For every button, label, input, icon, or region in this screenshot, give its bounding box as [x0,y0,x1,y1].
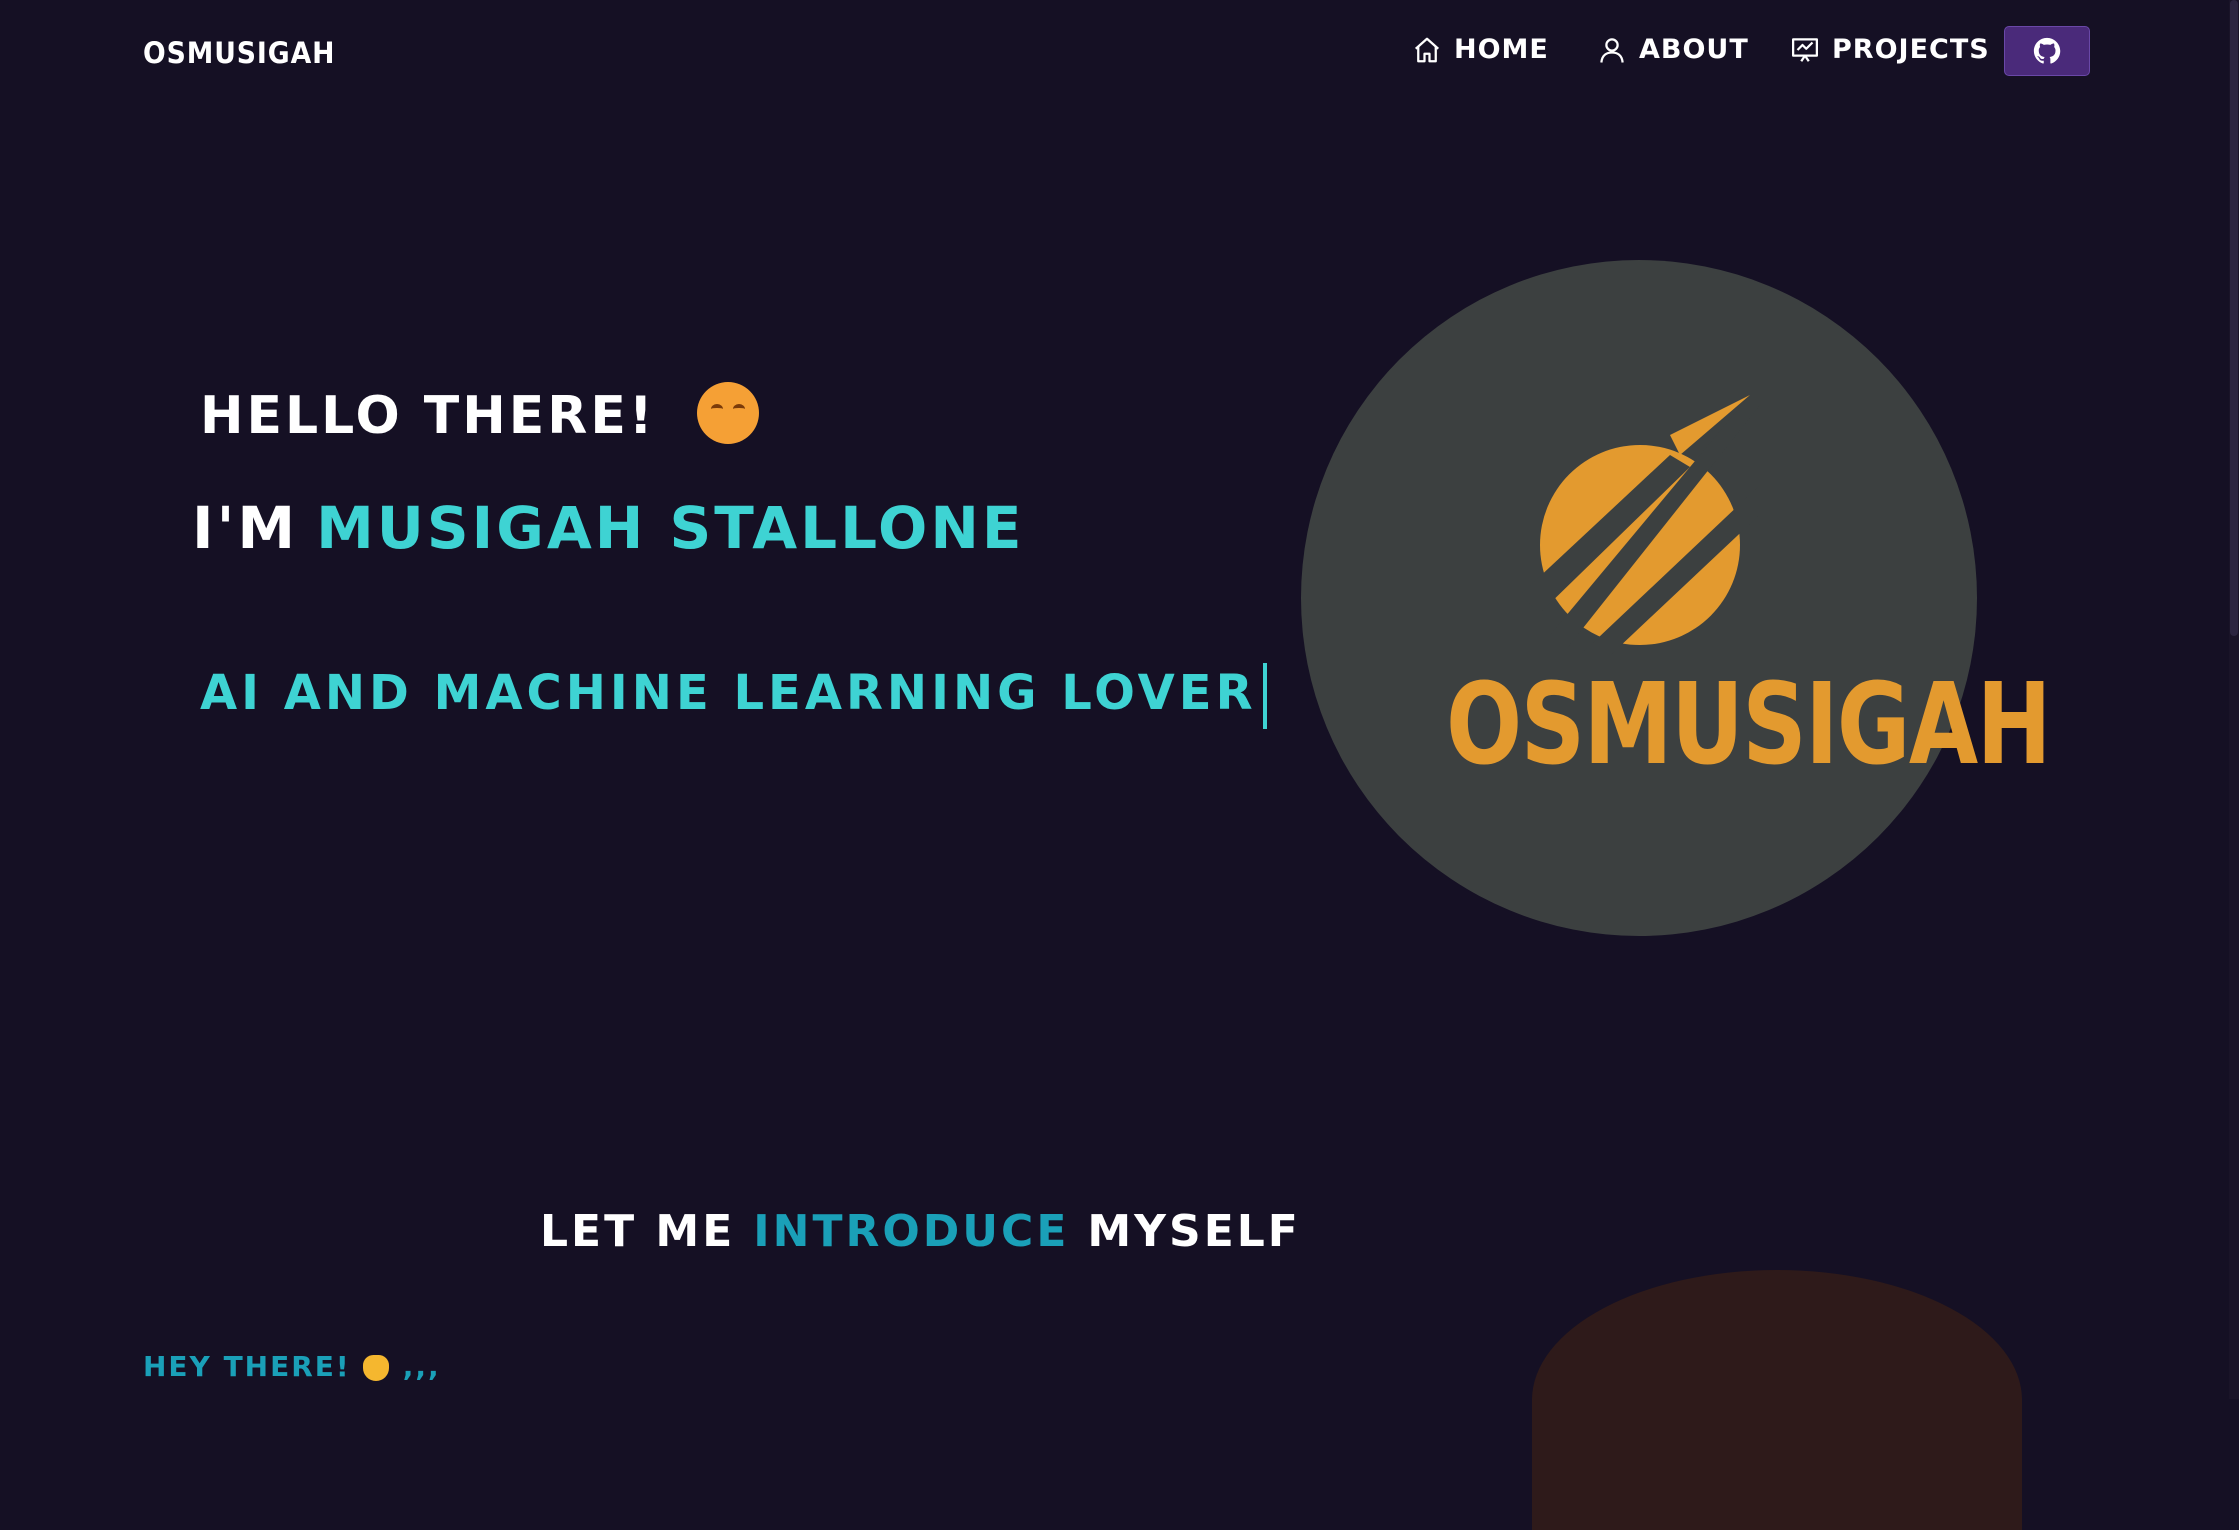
github-button[interactable] [2004,26,2090,76]
intro-heading-accent: INTRODUCE [753,1206,1070,1257]
intro-greeting-text: HEY THERE! [143,1350,351,1383]
avatar-illustration [1532,1270,2022,1530]
nav-projects[interactable]: PROJECTS [1790,34,1990,65]
scrollbar-thumb[interactable] [2230,0,2238,636]
nav-about[interactable]: ABOUT [1597,34,1749,65]
hero-name: MUSIGAH STALLONE [316,494,1025,562]
hero-im-prefix: I'M [192,494,299,562]
hugging-face-emoji-icon [696,382,759,444]
claw-mark-icon [1520,395,1760,655]
projects-icon [1792,37,1818,62]
intro-heading: LET ME INTRODUCE MYSELF [540,1206,1301,1257]
typewriter-content: AI AND MACHINE LEARNING LOVER [200,665,1257,721]
home-icon [1415,37,1439,62]
nav-home-label: HOME [1454,34,1549,65]
typewriter-cursor [1262,663,1267,729]
brand-logo[interactable]: OSMUSIGAH [143,36,335,70]
logo-text: OSMUSIGAH [1446,660,2052,790]
intro-heading-post: MYSELF [1087,1206,1301,1257]
hero-greeting: HELLO THERE! [200,382,759,450]
nav-home[interactable]: HOME [1412,34,1549,65]
nav-projects-label: PROJECTS [1832,34,1990,65]
intro-greeting-suffix: ,,, [402,1350,441,1383]
github-icon [2033,37,2061,64]
waving-hand-icon [362,1355,389,1381]
user-icon [1600,37,1624,63]
hero-greeting-text: HELLO THERE! [200,386,656,446]
nav-about-label: ABOUT [1639,34,1749,65]
scrollbar[interactable] [2229,0,2239,1399]
typewriter-text: AI AND MACHINE LEARNING LOVER [200,663,1267,729]
hero-name-line: I'M MUSIGAH STALLONE [192,494,1025,562]
intro-heading-pre: LET ME [540,1206,736,1257]
intro-greeting: HEY THERE!,,, [143,1350,441,1383]
